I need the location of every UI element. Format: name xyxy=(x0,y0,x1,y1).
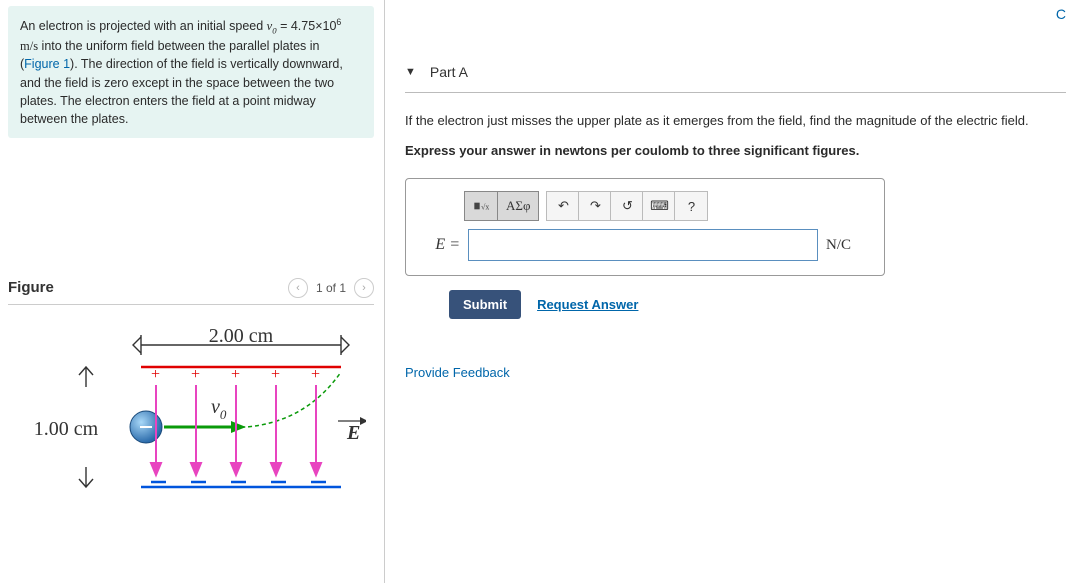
field-symbol: E xyxy=(346,422,360,444)
answer-units: N/C xyxy=(826,237,870,254)
request-answer-link[interactable]: Request Answer xyxy=(537,297,638,312)
figure-next-button[interactable]: › xyxy=(354,278,374,298)
part-question: If the electron just misses the upper pl… xyxy=(405,111,1066,131)
part-collapse-caret[interactable]: ▼ xyxy=(405,66,416,78)
greek-tool[interactable]: ΑΣφ xyxy=(497,191,539,221)
svg-text:+: + xyxy=(231,366,240,383)
svg-text:√x: √x xyxy=(481,202,489,211)
answer-input[interactable] xyxy=(468,229,818,261)
top-right-link[interactable]: C xyxy=(1056,6,1066,22)
figure-prev-button[interactable]: ‹ xyxy=(288,278,308,298)
templates-tool[interactable]: √x xyxy=(464,191,498,221)
figure-link[interactable]: Figure 1 xyxy=(24,57,70,71)
v0-units: m/s xyxy=(20,39,38,53)
equals: = xyxy=(277,19,291,33)
figure-title: Figure xyxy=(8,279,54,296)
height-label: 1.00 cm xyxy=(34,418,99,440)
v0-value: 4.75×10 xyxy=(291,19,337,33)
part-title: Part A xyxy=(430,64,468,80)
help-tool[interactable]: ? xyxy=(674,191,708,221)
svg-text:+: + xyxy=(151,366,160,383)
part-instruction: Express your answer in newtons per coulo… xyxy=(405,141,1066,161)
answer-variable-label: E = xyxy=(420,236,460,254)
figure-counter: 1 of 1 xyxy=(316,281,346,295)
problem-statement: An electron is projected with an initial… xyxy=(8,6,374,138)
svg-text:+: + xyxy=(191,366,200,383)
svg-text:+: + xyxy=(311,366,320,383)
figure-diagram: 2.00 cm + + + + + 1.00 cm xyxy=(8,327,374,517)
svg-text:+: + xyxy=(271,366,280,383)
submit-button[interactable]: Submit xyxy=(449,290,521,319)
answer-panel: √x ΑΣφ ↶ ↷ ↺ ⌨ ? E = N/C xyxy=(405,178,885,276)
keyboard-tool[interactable]: ⌨ xyxy=(642,191,676,221)
reset-tool[interactable]: ↺ xyxy=(610,191,644,221)
width-label: 2.00 cm xyxy=(209,327,274,347)
figure-header: Figure ‹ 1 of 1 › xyxy=(8,278,374,305)
provide-feedback-link[interactable]: Provide Feedback xyxy=(405,365,1066,380)
problem-text-1: An electron is projected with an initial… xyxy=(20,19,267,33)
undo-tool[interactable]: ↶ xyxy=(546,191,580,221)
velocity-symbol: v0 xyxy=(211,396,227,422)
v0-exp: 6 xyxy=(336,17,341,27)
redo-tool[interactable]: ↷ xyxy=(578,191,612,221)
